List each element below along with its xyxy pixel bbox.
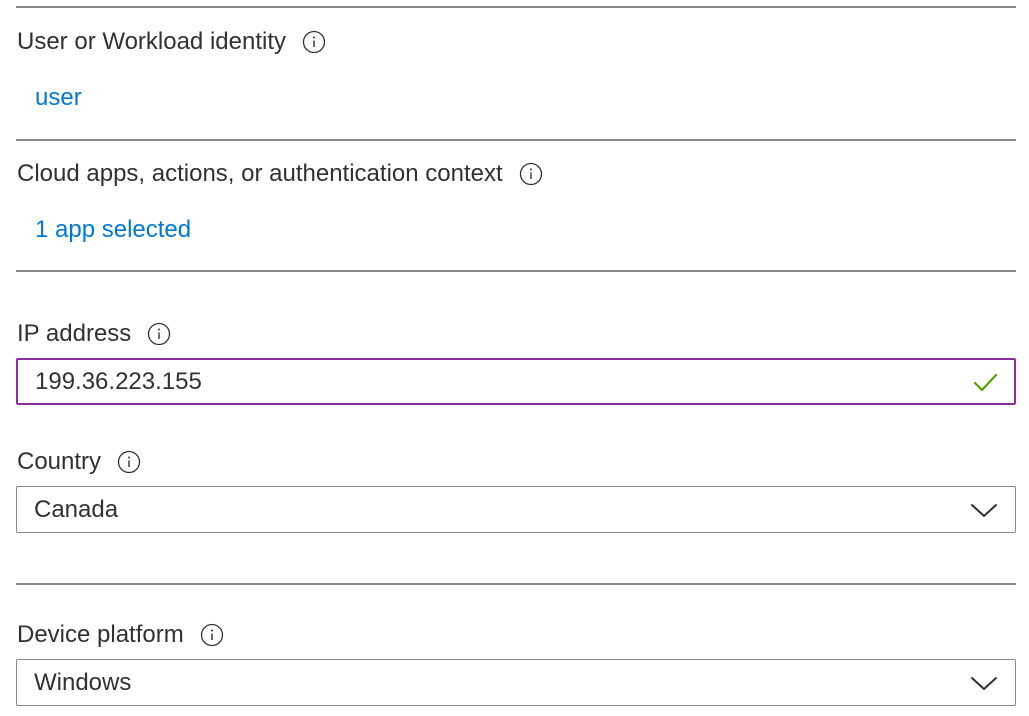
country-selected-value: Canada xyxy=(34,495,119,523)
divider-1 xyxy=(16,139,1016,141)
info-icon[interactable] xyxy=(519,162,543,186)
info-icon[interactable] xyxy=(200,623,224,647)
apps-selected-link[interactable]: 1 app selected xyxy=(35,214,191,246)
user-identity-label-row: User or Workload identity xyxy=(17,26,326,58)
chevron-down-icon[interactable] xyxy=(970,501,998,519)
checkmark-icon xyxy=(972,369,998,395)
ip-address-value[interactable]: 199.36.223.155 xyxy=(18,367,972,397)
country-dropdown[interactable]: Canada xyxy=(16,486,1016,533)
divider-3 xyxy=(16,583,1016,585)
info-icon[interactable] xyxy=(117,450,141,474)
user-identity-label: User or Workload identity xyxy=(17,28,286,55)
info-icon[interactable] xyxy=(302,30,326,54)
country-label-row: Country xyxy=(17,446,141,478)
country-label: Country xyxy=(17,448,102,475)
cloud-apps-label: Cloud apps, actions, or authentication c… xyxy=(17,160,503,187)
ip-address-label: IP address xyxy=(17,320,132,347)
device-platform-label-row: Device platform xyxy=(17,619,224,651)
device-platform-label: Device platform xyxy=(17,621,184,648)
ip-address-input[interactable]: 199.36.223.155 xyxy=(16,358,1016,405)
chevron-down-icon[interactable] xyxy=(970,674,998,692)
device-platform-selected-value: Windows xyxy=(34,668,132,696)
ip-address-label-row: IP address xyxy=(17,318,171,350)
user-link[interactable]: user xyxy=(35,82,82,114)
top-divider xyxy=(16,6,1016,8)
divider-2 xyxy=(16,270,1016,272)
cloud-apps-label-row: Cloud apps, actions, or authentication c… xyxy=(17,158,543,190)
info-icon[interactable] xyxy=(147,322,171,346)
device-platform-dropdown[interactable]: Windows xyxy=(16,659,1016,706)
